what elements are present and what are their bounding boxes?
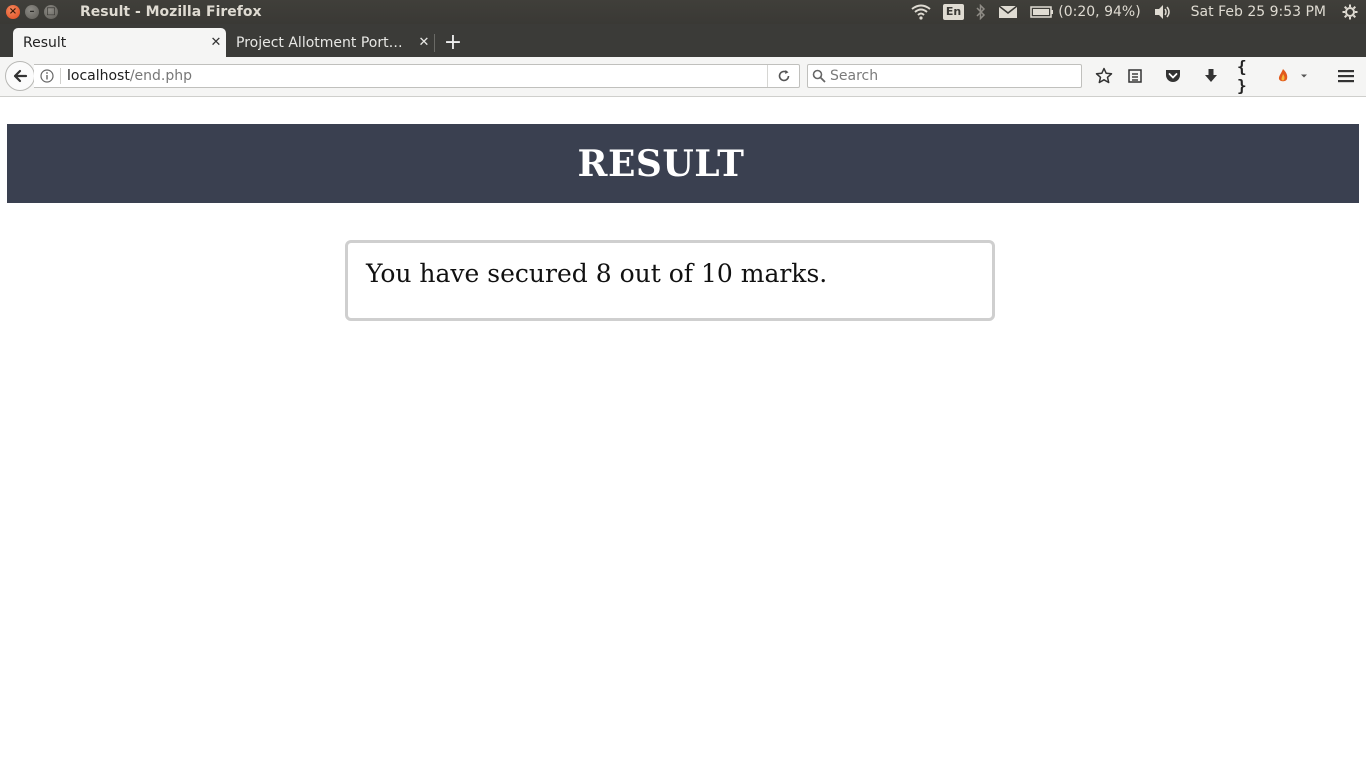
chevron-down-icon [1301, 74, 1307, 78]
score-panel: You have secured 8 out of 10 marks. [345, 240, 995, 321]
search-icon [808, 69, 830, 83]
window-minimize-button[interactable]: – [25, 5, 39, 19]
downloads-icon[interactable] [1199, 65, 1223, 87]
tab-project-allotment[interactable]: Project Allotment Port… ✕ [226, 28, 434, 57]
tab-close-icon[interactable]: ✕ [414, 35, 434, 50]
result-header: RESULT [7, 124, 1359, 203]
pocket-icon[interactable] [1161, 65, 1185, 87]
reload-icon [778, 70, 789, 82]
window-close-button[interactable]: × [6, 5, 20, 19]
new-tab-button[interactable]: + [441, 28, 465, 57]
tab-close-icon[interactable]: ✕ [206, 35, 226, 50]
back-arrow-icon [13, 69, 28, 83]
extension-icon [1278, 69, 1288, 82]
battery-icon [1030, 6, 1054, 18]
gear-icon[interactable] [1342, 0, 1358, 24]
battery-indicator[interactable]: (0:20, 94%) [1030, 0, 1141, 24]
navigation-toolbar: localhost /end.php Search {} [0, 57, 1366, 97]
battery-text: (0:20, 94%) [1058, 4, 1141, 20]
page-title: RESULT [577, 142, 745, 185]
page-viewport: RESULT You have secured 8 out of 10 mark… [0, 97, 1366, 768]
json-viewer-icon[interactable]: { } [1237, 57, 1261, 95]
window-title-bar: × – □ Result - Mozilla Firefox En (0:20,… [0, 0, 1366, 24]
back-button[interactable] [5, 61, 35, 91]
bluetooth-icon[interactable] [976, 0, 986, 24]
extension-menu-button[interactable] [1275, 65, 1315, 87]
score-message: You have secured 8 out of 10 marks. [366, 259, 828, 288]
wifi-icon[interactable] [911, 0, 931, 24]
volume-icon[interactable] [1153, 0, 1173, 24]
window-maximize-button[interactable]: □ [44, 5, 58, 19]
datetime-indicator[interactable]: Sat Feb 25 9:53 PM [1191, 0, 1326, 24]
bookmarks-list-icon[interactable] [1123, 65, 1147, 87]
search-bar[interactable] [807, 64, 1082, 88]
tab-result[interactable]: Result ✕ [13, 28, 226, 57]
bookmark-star-icon[interactable] [1092, 65, 1116, 87]
keyboard-layout-indicator[interactable]: En [942, 0, 965, 24]
url-divider [60, 68, 61, 84]
tab-label: Result [23, 34, 67, 51]
search-input[interactable] [830, 68, 1070, 84]
window-controls: × – □ [6, 5, 58, 19]
mail-icon[interactable] [998, 0, 1018, 24]
system-indicators: En (0:20, 94%) Sat Feb 25 9:53 PM [911, 0, 1366, 24]
url-host: localhost [67, 68, 130, 84]
tab-divider [434, 34, 435, 52]
tab-strip: Result ✕ Project Allotment Port… ✕ + [0, 24, 1366, 57]
window-title: Result - Mozilla Firefox [80, 4, 262, 20]
url-path: /end.php [129, 68, 193, 84]
reload-button[interactable] [767, 65, 799, 87]
tab-label: Project Allotment Port… [236, 34, 403, 51]
hamburger-menu-icon[interactable] [1334, 65, 1358, 87]
site-info-icon[interactable] [34, 69, 60, 83]
url-bar[interactable]: localhost /end.php [34, 64, 800, 88]
